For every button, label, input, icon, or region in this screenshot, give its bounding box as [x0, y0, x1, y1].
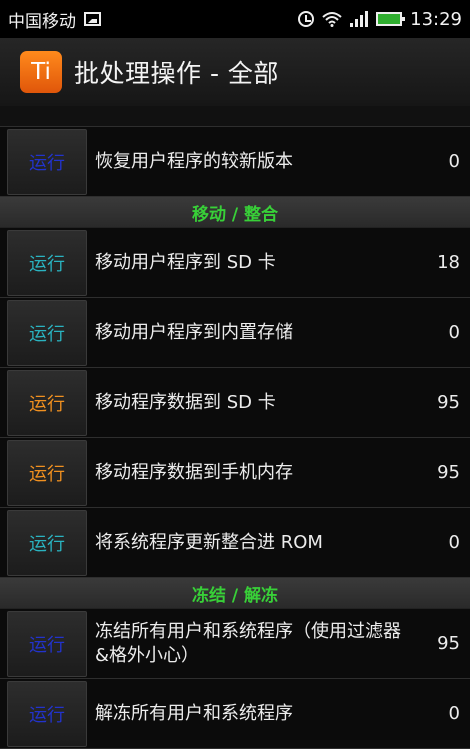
list-item-restore-newer[interactable]: 运行 恢复用户程序的较新版本 0 [0, 127, 470, 197]
section-header-move: 移动 / 整合 [0, 197, 470, 228]
run-button[interactable]: 运行 [7, 369, 87, 436]
item-count: 0 [448, 703, 460, 724]
list-item-unfreeze-all[interactable]: 运行 解冻所有用户和系统程序 0 [0, 679, 470, 749]
run-button[interactable]: 运行 [7, 680, 87, 747]
battery-icon [376, 12, 406, 26]
image-icon [84, 12, 101, 26]
item-label: 解冻所有用户和系统程序 [95, 702, 293, 724]
list-item-move-apps-sd[interactable]: 运行 移动用户程序到 SD 卡 18 [0, 228, 470, 298]
item-label: 冻结所有用户和系统程序（使用过滤器&格外小心） [95, 620, 401, 666]
run-button[interactable]: 运行 [7, 610, 87, 677]
batch-operations-list: 运行 恢复用户程序的较新版本 0 移动 / 整合 运行 移动用户程序到 SD 卡… [0, 106, 470, 749]
list-item-move-data-sd[interactable]: 运行 移动程序数据到 SD 卡 95 [0, 368, 470, 438]
run-button[interactable]: 运行 [7, 509, 87, 576]
action-bar: Ti 批处理操作 - 全部 [0, 38, 470, 107]
list-item-move-data-phone[interactable]: 运行 移动程序数据到手机内存 95 [0, 438, 470, 508]
run-button[interactable]: 运行 [7, 439, 87, 506]
list-item-freeze-all[interactable]: 运行 冻结所有用户和系统程序（使用过滤器&格外小心） 95 [0, 609, 470, 679]
status-bar: 中国移动 13:29 [0, 0, 470, 38]
page-title: 批处理操作 - 全部 [74, 59, 279, 88]
wifi-icon [322, 12, 342, 27]
item-count: 95 [437, 392, 460, 413]
item-label: 将系统程序更新整合进 ROM [95, 531, 323, 553]
item-count: 0 [448, 151, 460, 172]
alarm-icon [298, 11, 315, 27]
item-label: 恢复用户程序的较新版本 [95, 150, 293, 172]
list-item-partial [0, 106, 470, 127]
item-count: 0 [448, 532, 460, 553]
item-count: 95 [437, 462, 460, 483]
section-header-freeze: 冻结 / 解冻 [0, 578, 470, 609]
item-label: 移动用户程序到内置存储 [95, 321, 293, 343]
signal-icon [350, 11, 369, 27]
item-count: 0 [448, 322, 460, 343]
item-count: 95 [437, 633, 460, 654]
item-label: 移动用户程序到 SD 卡 [95, 251, 276, 273]
carrier-name: 中国移动 [8, 11, 76, 32]
list-item-move-apps-internal[interactable]: 运行 移动用户程序到内置存储 0 [0, 298, 470, 368]
item-label: 移动程序数据到 SD 卡 [95, 391, 276, 413]
clock: 13:29 [410, 8, 462, 30]
run-button[interactable]: 运行 [7, 299, 87, 366]
run-button[interactable]: 运行 [7, 128, 87, 195]
item-label: 移动程序数据到手机内存 [95, 461, 293, 483]
app-logo-icon[interactable]: Ti [20, 51, 62, 93]
item-count: 18 [437, 252, 460, 273]
run-button[interactable]: 运行 [7, 229, 87, 296]
list-item-integrate-rom[interactable]: 运行 将系统程序更新整合进 ROM 0 [0, 508, 470, 578]
